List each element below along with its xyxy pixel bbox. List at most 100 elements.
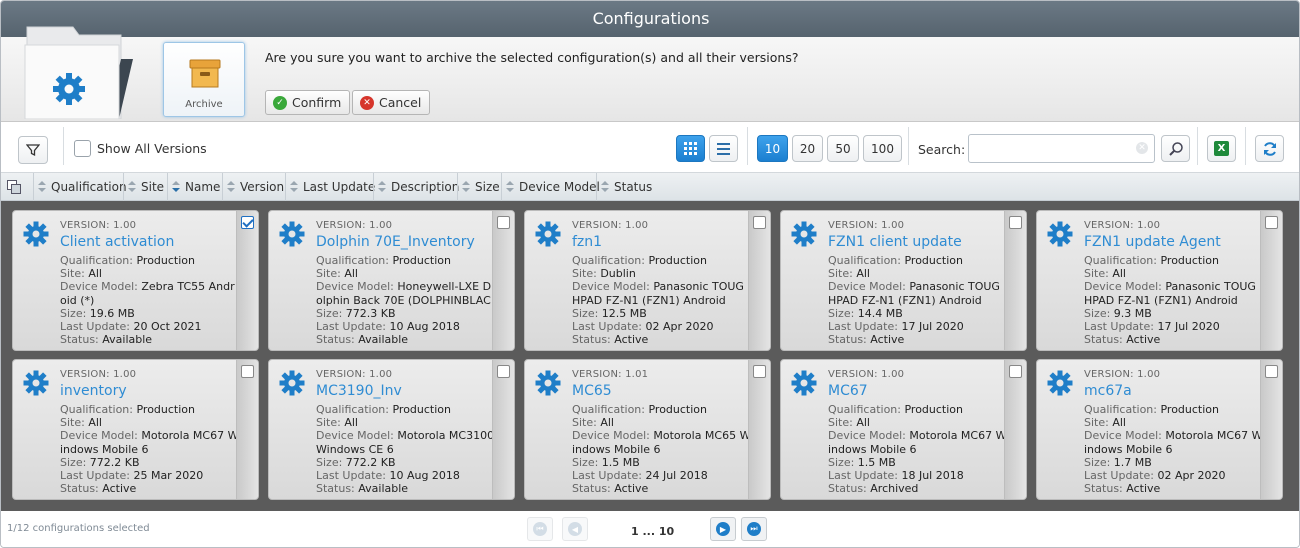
card-version: VERSION: 1.00 — [60, 369, 137, 380]
card-select-checkbox[interactable] — [1009, 216, 1022, 229]
card-select-checkbox[interactable] — [241, 365, 254, 378]
refresh-button[interactable] — [1255, 135, 1284, 162]
card-select-checkbox[interactable] — [241, 216, 254, 229]
card-status: Status: Active — [60, 482, 137, 496]
next-page-button[interactable]: ▶ — [710, 517, 736, 541]
column-version[interactable]: Version — [222, 173, 284, 201]
card-device-model: Device Model: Honeywell-LXE Dolphin Back… — [316, 280, 492, 307]
card-select-checkbox[interactable] — [1265, 365, 1278, 378]
filter-button[interactable] — [18, 136, 48, 164]
card-version: VERSION: 1.00 — [828, 369, 905, 380]
card-select-checkbox[interactable] — [497, 216, 510, 229]
column-description[interactable]: Description — [373, 173, 459, 201]
card-details: Qualification: Production Site: Dublin Dev… — [572, 254, 752, 346]
gear-icon — [791, 221, 817, 247]
card-version: VERSION: 1.01 — [572, 369, 649, 380]
configuration-card[interactable]: VERSION: 1.00 fzn1 Qualification: Producti… — [524, 210, 771, 351]
page-size-50[interactable]: 50 — [827, 135, 859, 162]
column-size[interactable]: Size — [457, 173, 500, 201]
card-last-update: Last Update: 20 Oct 2021 — [60, 320, 202, 333]
configuration-card[interactable]: VERSION: 1.00 mc67a Qualification: Product… — [1036, 359, 1283, 500]
cancel-button[interactable]: ✕ Cancel — [352, 90, 431, 115]
card-name[interactable]: MC67 — [828, 383, 1008, 399]
card-size: Size: 12.5 MB — [572, 306, 647, 320]
card-details: Qualification: Production Site: All Device… — [1084, 403, 1264, 495]
archive-button[interactable]: Archive — [163, 42, 245, 117]
card-select-checkbox[interactable] — [1265, 216, 1278, 229]
card-details: Qualification: Production Site: All Device… — [828, 403, 1008, 495]
configuration-card[interactable]: VERSION: 1.00 FZN1 update Agent Qualificat… — [1036, 210, 1283, 351]
tile-view-button[interactable] — [676, 135, 705, 162]
card-version: VERSION: 1.00 — [316, 220, 393, 231]
column-status[interactable]: Status — [596, 173, 652, 201]
card-select-checkbox[interactable] — [753, 365, 766, 378]
column-device-model[interactable]: Device Model — [501, 173, 600, 201]
card-select-checkbox[interactable] — [1009, 365, 1022, 378]
configuration-card[interactable]: VERSION: 1.00 Dolphin 70E_Inventory Qualif… — [268, 210, 515, 351]
show-all-versions-checkbox[interactable] — [74, 140, 91, 157]
card-name[interactable]: inventory — [60, 383, 240, 399]
configuration-card[interactable]: VERSION: 1.00 inventory Qualification: Pro… — [12, 359, 259, 500]
select-all-icon[interactable] — [7, 180, 21, 194]
gear-icon — [791, 370, 817, 396]
card-status: Status: Available — [316, 482, 409, 496]
card-name[interactable]: FZN1 client update — [828, 234, 1008, 250]
card-device-model: Device Model: Panasonic TOUGHPAD FZ-N1 (… — [828, 280, 1000, 307]
configurations-grid: VERSION: 1.00 Client activation Qualificat… — [1, 201, 1299, 511]
column-site[interactable]: Site — [123, 173, 164, 201]
column-qualification[interactable]: Qualification — [33, 173, 127, 201]
configuration-card[interactable]: VERSION: 1.00 MC67 Qualification: Producti… — [780, 359, 1027, 500]
confirm-button[interactable]: ✓ Confirm — [265, 90, 351, 115]
footer: 1/12 configurations selected ⏮ ◀ 1 ... 1… — [1, 511, 1299, 547]
column-last-update[interactable]: Last Update — [285, 173, 375, 201]
prev-page-button[interactable]: ◀ — [562, 517, 588, 541]
first-page-button[interactable]: ⏮ — [527, 517, 553, 541]
header-area: Archive Are you sure you want to archive… — [1, 26, 1299, 122]
card-name[interactable]: FZN1 update Agent — [1084, 234, 1264, 250]
card-details: Qualification: Production Site: All Device… — [316, 254, 496, 346]
card-select-checkbox[interactable] — [753, 216, 766, 229]
export-excel-button[interactable]: X — [1207, 135, 1236, 162]
search-input[interactable]: ✕ — [968, 134, 1155, 163]
card-name[interactable]: MC3190_Inv — [316, 383, 496, 399]
card-name[interactable]: Client activation — [60, 234, 240, 250]
archive-label: Archive — [185, 99, 223, 110]
card-qualification: Qualification: Production — [1084, 254, 1220, 267]
card-name[interactable]: Dolphin 70E_Inventory — [316, 234, 496, 250]
card-side-strip — [1004, 211, 1026, 350]
card-status: Status: Archived — [828, 482, 919, 496]
card-qualification: Qualification: Production — [316, 254, 452, 267]
clear-search-icon[interactable]: ✕ — [1136, 142, 1148, 154]
card-qualification: Qualification: Production — [828, 254, 964, 267]
card-size: Size: 772.3 KB — [316, 306, 396, 320]
card-device-model: Device Model: Panasonic TOUGHPAD FZ-N1 (… — [1084, 280, 1256, 307]
show-all-versions-label: Show All Versions — [97, 141, 207, 156]
card-version: VERSION: 1.00 — [316, 369, 393, 380]
card-version: VERSION: 1.00 — [572, 220, 649, 231]
card-name[interactable]: MC65 — [572, 383, 752, 399]
configuration-card[interactable]: VERSION: 1.01 MC65 Qualification: Producti… — [524, 359, 771, 500]
close-icon: ✕ — [360, 95, 374, 110]
card-status: Status: Active — [1084, 482, 1161, 496]
card-size: Size: 19.6 MB — [60, 306, 135, 320]
last-page-button[interactable]: ⏭ — [741, 517, 767, 541]
page-size-100[interactable]: 100 — [863, 135, 902, 162]
card-name[interactable]: mc67a — [1084, 383, 1264, 399]
card-status: Status: Available — [60, 333, 153, 347]
configuration-card[interactable]: VERSION: 1.00 Client activation Qualificat… — [12, 210, 259, 351]
search-button[interactable] — [1161, 135, 1190, 162]
list-view-button[interactable] — [709, 135, 738, 162]
configuration-card[interactable]: VERSION: 1.00 MC3190_Inv Qualification: Pr… — [268, 359, 515, 500]
card-status: Status: Active — [572, 482, 649, 496]
card-last-update: Last Update: 25 Mar 2020 — [60, 469, 204, 482]
card-side-strip — [492, 360, 514, 499]
page-size-20[interactable]: 20 — [792, 135, 823, 162]
card-select-checkbox[interactable] — [497, 365, 510, 378]
card-side-strip — [1260, 211, 1282, 350]
card-name[interactable]: fzn1 — [572, 234, 752, 250]
card-side-strip — [492, 211, 514, 350]
column-name[interactable]: Name — [167, 173, 220, 201]
card-device-model: Device Model: Motorola MC65 Windows Mobi… — [572, 429, 751, 456]
page-size-10[interactable]: 10 — [757, 135, 788, 162]
configuration-card[interactable]: VERSION: 1.00 FZN1 client update Qualifica… — [780, 210, 1027, 351]
